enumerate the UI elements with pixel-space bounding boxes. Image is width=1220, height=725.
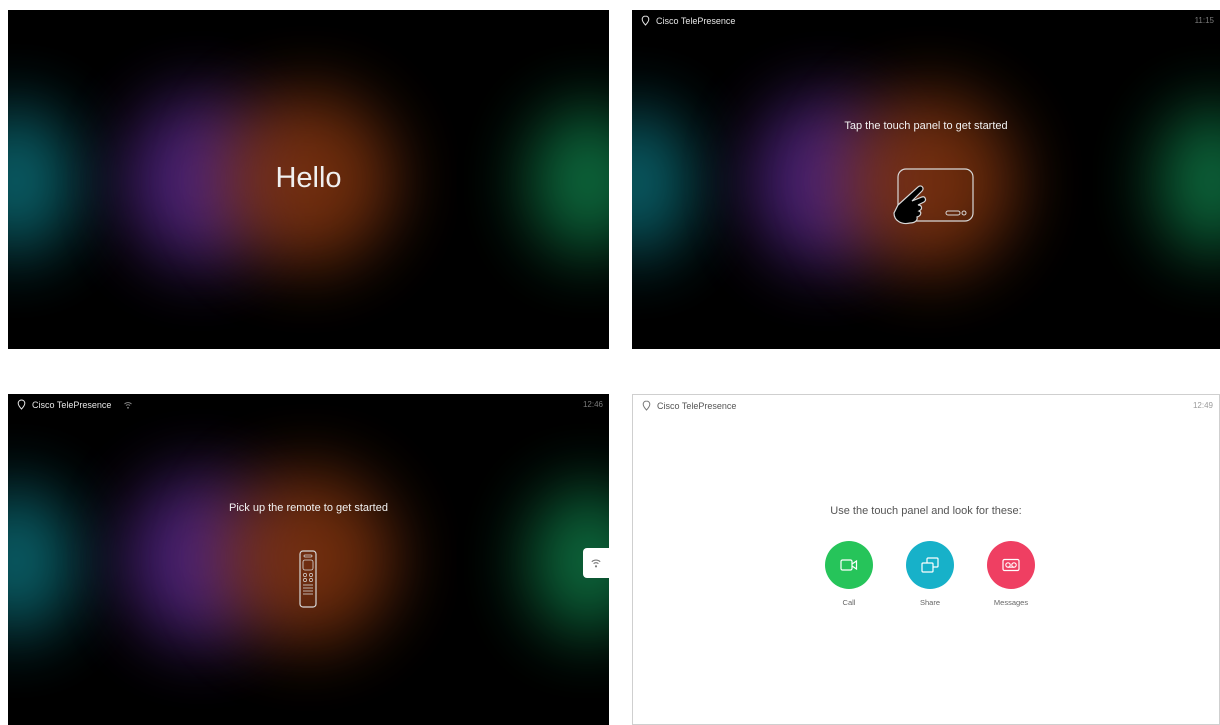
voicemail-icon xyxy=(1002,558,1020,572)
messages-label: Messages xyxy=(993,598,1029,607)
touch-panel-screen: Cisco TelePresence 11:15 Tap the touch p… xyxy=(632,10,1220,349)
share-feature[interactable]: Share xyxy=(906,541,954,607)
share-screens-icon xyxy=(921,557,939,573)
remote-screen: Cisco TelePresence 12:46 Pick up the rem… xyxy=(8,394,609,725)
instruction-text: Pick up the remote to get started xyxy=(229,502,388,514)
purple-glow xyxy=(126,474,276,644)
status-bar: Cisco TelePresence 11:15 xyxy=(632,10,1220,32)
wireless-remote-icon xyxy=(124,401,133,409)
brand-label: Cisco TelePresence xyxy=(32,399,112,410)
instruction-text: Tap the touch panel to get started xyxy=(844,120,1008,132)
call-button[interactable] xyxy=(825,541,873,589)
clock: 12:46 xyxy=(582,400,603,409)
wireless-remote-icon xyxy=(591,559,601,568)
messages-button[interactable] xyxy=(987,541,1035,589)
hello-screen: Hello xyxy=(8,10,609,349)
share-label: Share xyxy=(919,598,940,607)
remote-control-icon xyxy=(299,550,317,608)
brand-label: Cisco TelePresence xyxy=(656,15,736,26)
remote-pairing-tab[interactable] xyxy=(583,548,609,578)
clock: 11:15 xyxy=(1194,16,1214,25)
call-feature[interactable]: Call xyxy=(825,541,873,607)
instruction-text: Use the touch panel and look for these: xyxy=(830,505,1022,517)
video-camera-icon xyxy=(840,559,858,571)
greeting-text: Hello xyxy=(275,162,342,194)
location-pin-icon xyxy=(642,400,651,411)
location-pin-icon xyxy=(641,15,650,26)
status-bar: Cisco TelePresence 12:49 xyxy=(633,395,1219,417)
brand: Cisco TelePresence xyxy=(17,399,133,410)
brand: Cisco TelePresence xyxy=(642,400,736,411)
feature-icons: Call Share Messages xyxy=(825,541,1035,607)
status-bar: Cisco TelePresence 12:46 xyxy=(8,394,609,416)
brand-label: Cisco TelePresence xyxy=(657,400,737,411)
location-pin-icon xyxy=(17,399,26,410)
features-screen: Cisco TelePresence 12:49 Use the touch p… xyxy=(632,394,1220,725)
touch-panel-hand-icon xyxy=(893,168,974,225)
call-label: Call xyxy=(842,598,856,607)
clock: 12:49 xyxy=(1192,401,1213,410)
brand: Cisco TelePresence xyxy=(641,15,735,26)
share-button[interactable] xyxy=(906,541,954,589)
messages-feature[interactable]: Messages xyxy=(987,541,1035,607)
